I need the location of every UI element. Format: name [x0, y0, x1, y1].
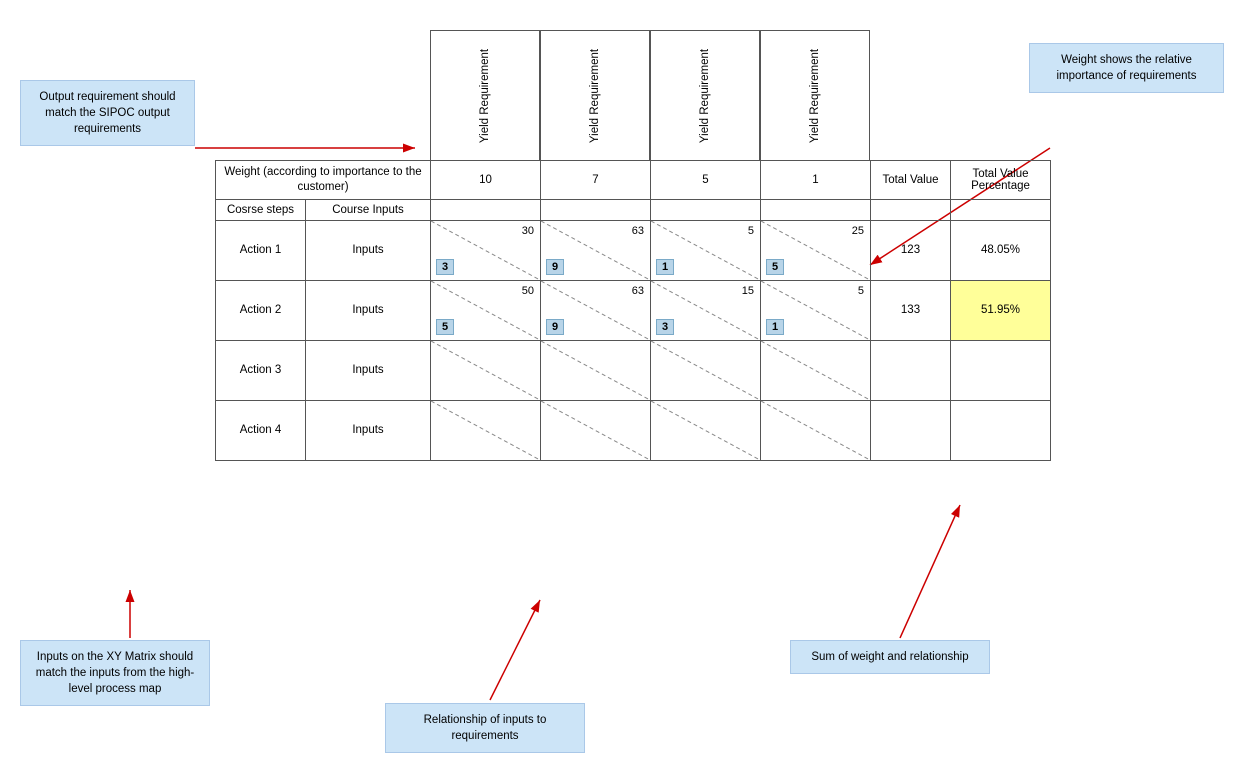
annotation-sum-text: Sum of weight and relationship: [811, 651, 968, 663]
annotation-output-text: Output requirement should match the SIPO…: [39, 91, 175, 135]
step-action3: Action 3: [216, 340, 306, 400]
input-action1: Inputs: [306, 220, 431, 280]
matrix-container: Yield Requirement Yield Requirement Yiel…: [215, 30, 1051, 461]
cell-action1-req4-badge: 5: [766, 259, 784, 275]
cell-action1-req1-badge: 3: [436, 259, 454, 275]
cell-action2-req1-badge: 5: [436, 319, 454, 335]
cell-action2-req1: 50 5: [431, 280, 541, 340]
cell-action2-req3-badge: 3: [656, 319, 674, 335]
total-col-header: [871, 199, 951, 220]
column-headers-row: Yield Requirement Yield Requirement Yiel…: [430, 30, 1051, 160]
req-col3-header: [651, 199, 761, 220]
col-header-1: Yield Requirement: [430, 30, 540, 160]
annotation-inputs-map: Inputs on the XY Matrix should match the…: [20, 640, 210, 706]
weight-val-3: 5: [651, 161, 761, 200]
cell-action3-req3: [651, 340, 761, 400]
step-action2: Action 2: [216, 280, 306, 340]
pct-action2: 51.95%: [951, 280, 1051, 340]
pct-col-header: [951, 199, 1051, 220]
annotation-weight-text: Weight shows the relative importance of …: [1057, 54, 1197, 82]
annotation-relationship-text: Relationship of inputs to requirements: [424, 714, 547, 742]
total-value-label: Total Value: [871, 161, 951, 200]
cell-action4-req4: [761, 400, 871, 460]
input-header: Course Inputs: [306, 199, 431, 220]
cell-action2-req4: 5 1: [761, 280, 871, 340]
cell-action4-req1: [431, 400, 541, 460]
weight-val-4: 1: [761, 161, 871, 200]
header-row: Cosrse steps Course Inputs: [216, 199, 1051, 220]
cell-action2-req4-badge: 1: [766, 319, 784, 335]
pct-action4: [951, 400, 1051, 460]
cell-action1-req3-top: 5: [748, 225, 754, 237]
cell-action1-req1-top: 30: [522, 225, 534, 237]
total-action3: [871, 340, 951, 400]
col-header-pct-spacer: [950, 30, 1050, 160]
weight-label-cell: Weight (according to importance to the c…: [216, 161, 431, 200]
cell-action1-req4-top: 25: [852, 225, 864, 237]
cell-action1-req3-badge: 1: [656, 259, 674, 275]
annotation-relationship: Relationship of inputs to requirements: [385, 703, 585, 753]
col-header-4: Yield Requirement: [760, 30, 870, 160]
input-action2: Inputs: [306, 280, 431, 340]
cell-action2-req2-badge: 9: [546, 319, 564, 335]
table-row: Action 3 Inputs: [216, 340, 1051, 400]
annotation-inputs-text: Inputs on the XY Matrix should match the…: [36, 651, 195, 695]
xy-matrix-table: Weight (according to importance to the c…: [215, 160, 1051, 461]
annotation-sum-weight: Sum of weight and relationship: [790, 640, 990, 674]
col-header-total-spacer: [870, 30, 950, 160]
total-action1: 123: [871, 220, 951, 280]
table-row: Action 1 Inputs 30 3 63 9: [216, 220, 1051, 280]
req-col2-header: [541, 199, 651, 220]
step-action4: Action 4: [216, 400, 306, 460]
cell-action2-req3-top: 15: [742, 285, 754, 297]
total-action2: 133: [871, 280, 951, 340]
annotation-weight-importance: Weight shows the relative importance of …: [1029, 43, 1224, 93]
weight-val-2: 7: [541, 161, 651, 200]
pct-action3: [951, 340, 1051, 400]
step-action1: Action 1: [216, 220, 306, 280]
weight-val-1: 10: [431, 161, 541, 200]
cell-action2-req2: 63 9: [541, 280, 651, 340]
pct-action1: 48.05%: [951, 220, 1051, 280]
cell-action4-req3: [651, 400, 761, 460]
col-header-2: Yield Requirement: [540, 30, 650, 160]
weight-row: Weight (according to importance to the c…: [216, 161, 1051, 200]
req-col4-header: [761, 199, 871, 220]
total-value-pct-label: Total Value Percentage: [951, 161, 1051, 200]
cell-action1-req3: 5 1: [651, 220, 761, 280]
cell-action3-req4: [761, 340, 871, 400]
input-action4: Inputs: [306, 400, 431, 460]
cell-action2-req2-top: 63: [632, 285, 644, 297]
cell-action2-req1-top: 50: [522, 285, 534, 297]
table-row: Action 4 Inputs: [216, 400, 1051, 460]
col-header-3: Yield Requirement: [650, 30, 760, 160]
cell-action1-req2: 63 9: [541, 220, 651, 280]
step-header: Cosrse steps: [216, 199, 306, 220]
table-row: Action 2 Inputs 50 5 63 9: [216, 280, 1051, 340]
total-action4: [871, 400, 951, 460]
cell-action1-req2-badge: 9: [546, 259, 564, 275]
cell-action4-req2: [541, 400, 651, 460]
cell-action1-req2-top: 63: [632, 225, 644, 237]
cell-action3-req2: [541, 340, 651, 400]
cell-action1-req4: 25 5: [761, 220, 871, 280]
cell-action2-req4-top: 5: [858, 285, 864, 297]
annotation-output-requirement: Output requirement should match the SIPO…: [20, 80, 195, 146]
req-col1-header: [431, 199, 541, 220]
cell-action2-req3: 15 3: [651, 280, 761, 340]
page-container: Output requirement should match the SIPO…: [0, 0, 1239, 779]
input-action3: Inputs: [306, 340, 431, 400]
cell-action3-req1: [431, 340, 541, 400]
cell-action1-req1: 30 3: [431, 220, 541, 280]
